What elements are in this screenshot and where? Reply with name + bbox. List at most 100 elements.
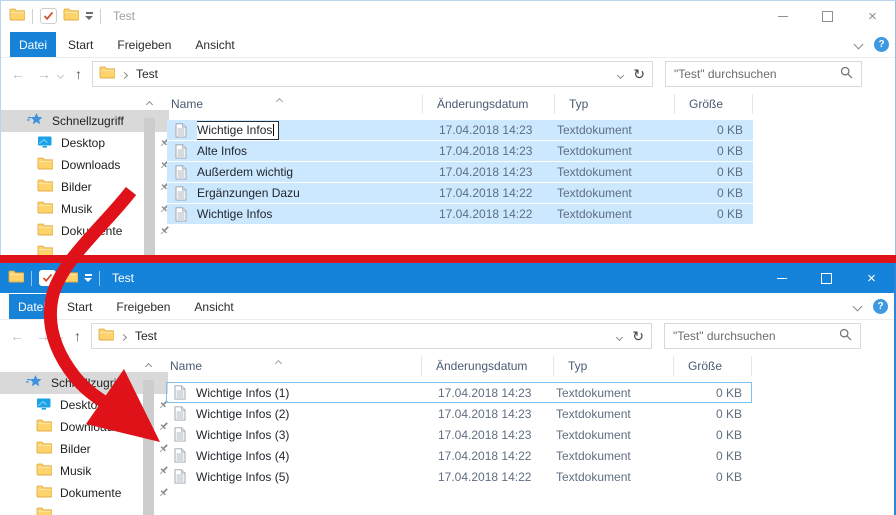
file-row[interactable]: Ergänzungen Dazu 17.04.2018 14:22 Textdo…	[167, 183, 753, 204]
sidebar-item-label: Schnellzugriff	[51, 376, 123, 390]
file-size: 0 KB	[675, 207, 753, 221]
menu-file-tab[interactable]: Datei	[9, 294, 55, 319]
close-button[interactable]: ×	[850, 1, 895, 31]
up-button[interactable]: ↑	[75, 66, 82, 82]
column-header-date[interactable]: Änderungsdatum	[423, 94, 555, 114]
column-header-type[interactable]: Typ	[555, 94, 675, 114]
recent-locations-icon[interactable]	[57, 329, 62, 343]
address-folder-icon	[99, 66, 115, 82]
file-row[interactable]: Wichtige Infos (2) 17.04.2018 14:23 Text…	[166, 403, 752, 424]
breadcrumb-location[interactable]: Test	[136, 67, 158, 81]
address-dropdown-icon[interactable]	[618, 67, 623, 81]
menu-tab-view[interactable]: Ansicht	[182, 294, 245, 319]
scrollbar-thumb[interactable]	[144, 118, 155, 258]
forward-button[interactable]: →	[37, 66, 51, 82]
text-document-icon	[174, 469, 190, 484]
menu-tab-share[interactable]: Freigeben	[105, 32, 183, 57]
quick-access-toolbar-dropdown-icon[interactable]	[84, 274, 92, 282]
file-modified-date: 17.04.2018 14:22	[423, 207, 555, 221]
search-box[interactable]: "Test" durchsuchen	[665, 61, 862, 87]
sidebar-scrollbar[interactable]	[142, 354, 155, 515]
quick-access-properties-icon[interactable]	[39, 270, 56, 286]
refresh-icon[interactable]: ↻	[633, 66, 645, 83]
quick-access-properties-icon[interactable]	[40, 8, 57, 24]
file-size: 0 KB	[675, 123, 753, 137]
file-row[interactable]: Wichtige Infos (5) 17.04.2018 14:22 Text…	[166, 466, 752, 487]
file-name: Wichtige Infos (2)	[196, 407, 422, 421]
maximize-button[interactable]	[805, 1, 850, 31]
sidebar-item-label: Desktop	[60, 398, 104, 412]
text-document-icon	[175, 144, 191, 159]
rename-input[interactable]: Wichtige Infos	[197, 121, 279, 140]
file-modified-date: 17.04.2018 14:22	[422, 470, 554, 484]
quick-access-new-folder-icon[interactable]	[62, 270, 78, 286]
ribbon-menu-bar: Datei Start Freigeben Ansicht ?	[1, 31, 895, 58]
navigation-pane: Schnellzugriff Desktop	[0, 352, 158, 515]
file-row[interactable]: Alte Infos 17.04.2018 14:23 Textdokument…	[167, 141, 753, 162]
search-box[interactable]: "Test" durchsuchen	[664, 323, 861, 349]
file-modified-date: 17.04.2018 14:22	[422, 449, 554, 463]
file-name: Wichtige Infos	[197, 207, 423, 221]
scroll-up-icon[interactable]	[146, 358, 151, 372]
quick-access-new-folder-icon[interactable]	[63, 8, 79, 24]
text-document-icon	[175, 186, 191, 201]
column-header-size[interactable]: Größe	[674, 356, 752, 376]
up-button[interactable]: ↑	[74, 328, 81, 344]
help-icon[interactable]: ?	[874, 37, 889, 52]
quick-access-toolbar-dropdown-icon[interactable]	[85, 12, 93, 20]
minimize-button[interactable]	[760, 1, 805, 31]
minimize-button[interactable]	[759, 263, 804, 293]
file-row[interactable]: Außerdem wichtig 17.04.2018 14:23 Textdo…	[167, 162, 753, 183]
column-header-size[interactable]: Größe	[675, 94, 753, 114]
file-type: Textdokument	[555, 207, 675, 221]
breadcrumb-location[interactable]: Test	[135, 329, 157, 343]
help-icon[interactable]: ?	[873, 299, 888, 314]
breadcrumb-chevron-icon[interactable]	[122, 67, 127, 81]
window-body: Schnellzugriff Desktop	[0, 352, 894, 515]
expand-ribbon-icon[interactable]	[854, 299, 861, 313]
address-folder-icon	[98, 328, 114, 344]
sidebar-scrollbar[interactable]	[143, 92, 156, 258]
file-row[interactable]: Wichtige Infos 17.04.2018 14:22 Textdoku…	[167, 204, 753, 225]
column-headers: Name Änderungsdatum Typ Größe	[167, 90, 895, 118]
desktop-icon	[36, 397, 52, 414]
file-row[interactable]: Wichtige Infos (1) 17.04.2018 14:23 Text…	[166, 382, 752, 403]
text-document-icon	[174, 448, 190, 463]
search-icon	[840, 66, 853, 82]
column-header-date[interactable]: Änderungsdatum	[422, 356, 554, 376]
close-button[interactable]: ×	[849, 263, 894, 293]
file-modified-date: 17.04.2018 14:23	[423, 144, 555, 158]
scrollbar-thumb[interactable]	[143, 380, 154, 515]
file-modified-date: 17.04.2018 14:23	[422, 407, 554, 421]
maximize-button[interactable]	[804, 263, 849, 293]
file-size: 0 KB	[674, 470, 752, 484]
breadcrumb-chevron-icon[interactable]	[121, 329, 126, 343]
back-button[interactable]: ←	[10, 328, 24, 344]
file-row[interactable]: Wichtige Infos (3) 17.04.2018 14:23 Text…	[166, 424, 752, 445]
column-header-name[interactable]: Name	[167, 94, 423, 114]
address-dropdown-icon[interactable]	[617, 329, 622, 343]
recent-locations-icon[interactable]	[58, 67, 63, 81]
forward-button[interactable]: →	[36, 328, 50, 344]
back-button[interactable]: ←	[11, 66, 25, 82]
column-header-type[interactable]: Typ	[554, 356, 674, 376]
menu-tab-start[interactable]: Start	[56, 32, 105, 57]
title-bar: Test ×	[1, 1, 895, 31]
menu-tab-share[interactable]: Freigeben	[104, 294, 182, 319]
scroll-up-icon[interactable]	[147, 96, 152, 110]
file-row[interactable]: Wichtige Infos 17.04.2018 14:23 Textdoku…	[167, 120, 753, 141]
file-name: Wichtige Infos (3)	[196, 428, 422, 442]
file-size: 0 KB	[675, 165, 753, 179]
expand-ribbon-icon[interactable]	[855, 37, 862, 51]
menu-tab-start[interactable]: Start	[55, 294, 104, 319]
menu-file-tab[interactable]: Datei	[10, 32, 56, 57]
address-bar[interactable]: Test ↻	[92, 61, 653, 87]
refresh-icon[interactable]: ↻	[632, 328, 644, 345]
file-modified-date: 17.04.2018 14:23	[423, 123, 555, 137]
address-bar[interactable]: Test ↻	[91, 323, 652, 349]
menu-tab-view[interactable]: Ansicht	[183, 32, 246, 57]
folder-icon	[37, 245, 53, 258]
file-row[interactable]: Wichtige Infos (4) 17.04.2018 14:22 Text…	[166, 445, 752, 466]
column-header-name[interactable]: Name	[166, 356, 422, 376]
text-document-icon	[174, 427, 190, 442]
